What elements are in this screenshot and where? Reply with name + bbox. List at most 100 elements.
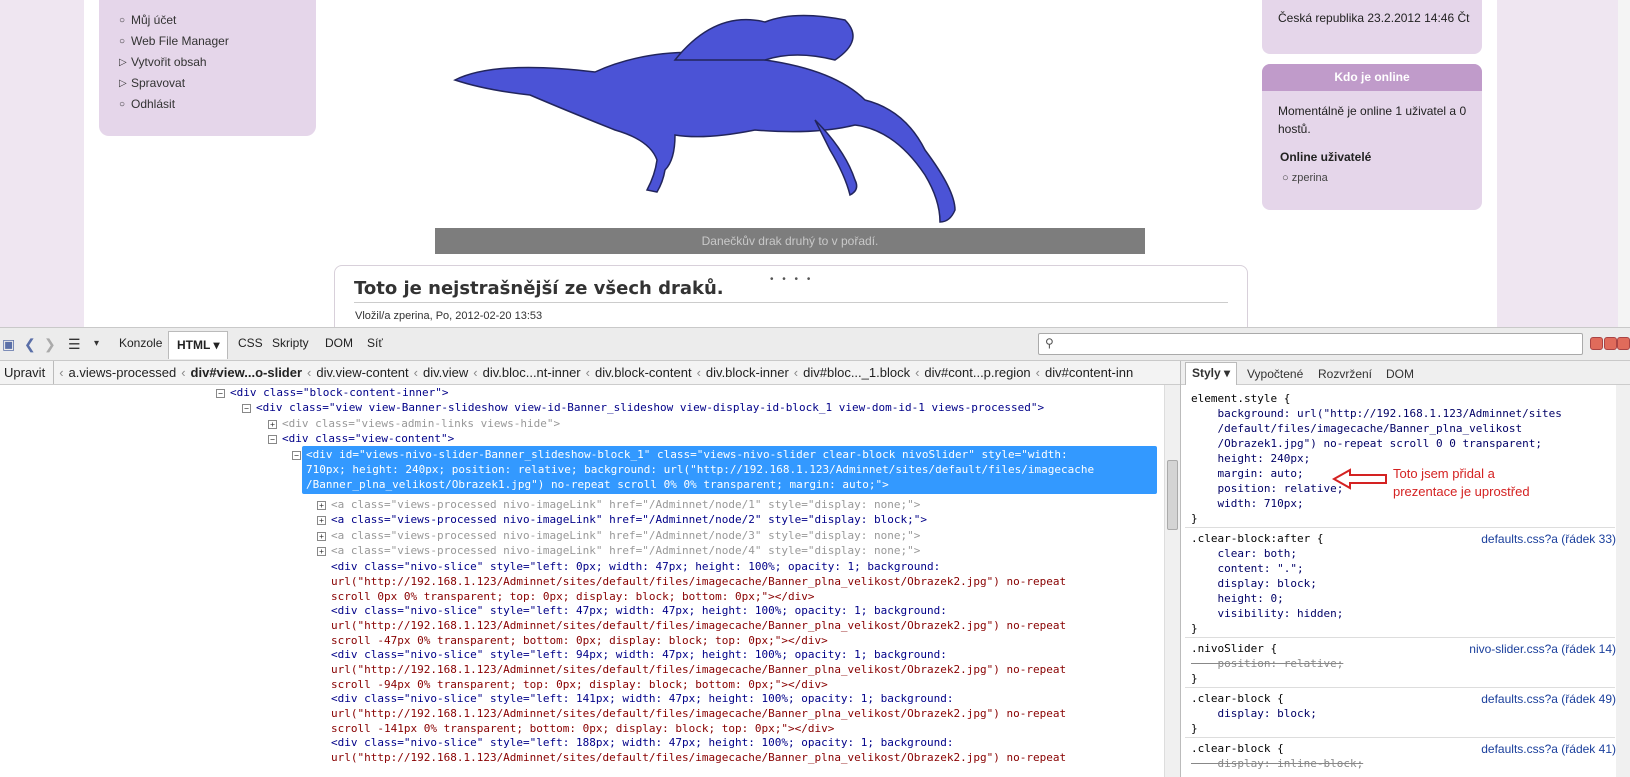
html-node-cont: url("http://192.168.1.123/Adminnet/sites… [331, 751, 1067, 764]
slider-pager-dots[interactable]: • • • • [770, 274, 813, 285]
css-declaration[interactable]: position: relative; [1191, 481, 1343, 496]
collapse-toggle-icon[interactable]: − [216, 389, 225, 398]
breadcrumb-item[interactable]: div.view-content [316, 365, 408, 380]
css-declaration[interactable]: /Obrazek1.jpg") no-repeat scroll 0 0 tra… [1191, 436, 1542, 451]
html-node[interactable]: <a class="views-processed nivo-imageLink… [331, 543, 920, 558]
breadcrumb-item[interactable]: div.view [423, 365, 468, 380]
breadcrumb-item[interactable]: div.block-inner [706, 365, 789, 380]
source-link[interactable]: nivo-slider.css?a (řádek 14) [1469, 642, 1616, 656]
tab-dom[interactable]: DOM [325, 336, 353, 350]
article-title[interactable]: Toto je nejstrašnější ze všech draků. [354, 278, 724, 299]
html-node[interactable]: <div class="view-content"> [282, 431, 454, 446]
detach-button[interactable] [1604, 337, 1617, 350]
tab-scripts[interactable]: Skripty [272, 336, 309, 350]
title-divider [354, 302, 1228, 303]
collapse-toggle-icon[interactable]: − [292, 451, 301, 460]
close-button[interactable] [1617, 337, 1630, 350]
expand-toggle-icon[interactable]: + [268, 420, 277, 429]
menu-item-logout[interactable]: ○ Odhlásit [119, 94, 316, 115]
css-declaration[interactable]: height: 0; [1191, 591, 1283, 606]
html-node[interactable]: <div class="block-content-inner"> [230, 385, 449, 400]
css-declaration-overridden[interactable]: display: inline-block; [1191, 756, 1363, 771]
tab-styles[interactable]: Styly ▾ [1185, 362, 1238, 385]
html-node-cont: url("http://192.168.1.123/Adminnet/sites… [331, 575, 1067, 588]
style-panel-scrollbar[interactable] [1616, 385, 1630, 777]
tab-css[interactable]: CSS [238, 336, 263, 350]
source-link[interactable]: defaults.css?a (řádek 41) [1481, 742, 1616, 756]
css-declaration[interactable]: /default/files/imagecache/Banner_plna_ve… [1191, 421, 1522, 436]
menu-item-create-content[interactable]: ▷ Vytvořit obsah [119, 52, 316, 73]
html-node[interactable]: <a class="views-processed nivo-imageLink… [331, 497, 920, 512]
css-declaration[interactable]: height: 240px; [1191, 451, 1310, 466]
breadcrumb-item[interactable]: div#bloc..._1.block [803, 365, 910, 380]
breadcrumb-item[interactable]: a.views-processed [69, 365, 177, 380]
css-declaration[interactable]: display: block; [1191, 576, 1316, 591]
css-declaration-margin[interactable]: margin: auto; [1191, 466, 1303, 481]
html-node[interactable]: <div class="view view-Banner-slideshow v… [256, 400, 1044, 415]
inspect-icon[interactable]: ▣ [2, 336, 15, 353]
breadcrumb-item[interactable]: div#content-inn [1045, 365, 1133, 380]
dropdown-arrow-icon[interactable]: ▾ [94, 338, 99, 349]
menu-item-administer[interactable]: ▷ Spravovat [119, 73, 316, 94]
rule-end: } [1191, 512, 1198, 525]
expand-toggle-icon[interactable]: + [317, 532, 326, 541]
element-breadcrumb: Upravit ‹ a.views-processed ‹ div#view...o-s… [0, 361, 1180, 385]
source-link[interactable]: defaults.css?a (řádek 49) [1481, 692, 1616, 706]
tab-layout[interactable]: Rozvržení [1318, 367, 1372, 381]
css-declaration[interactable]: content: "."; [1191, 561, 1303, 576]
tab-dom-side[interactable]: DOM [1386, 367, 1414, 381]
firebug-search-input[interactable]: ⚲ [1038, 333, 1583, 355]
collapse-toggle-icon[interactable]: − [242, 404, 251, 413]
page-scrollbar[interactable] [1618, 0, 1630, 327]
html-node-cont: scroll -141px 0% transparent; bottom: 0p… [331, 722, 835, 735]
tab-console[interactable]: Konzole [119, 336, 162, 350]
menu-item-web-file-manager[interactable]: ○ Web File Manager [119, 31, 316, 52]
tab-html[interactable]: HTML ▾ [168, 331, 229, 359]
css-declaration[interactable]: clear: both; [1191, 546, 1296, 561]
css-declaration[interactable]: display: block; [1191, 706, 1316, 721]
slide-caption: Danečkův drak druhý to v pořadí. [435, 228, 1145, 254]
html-node[interactable]: <div class="nivo-slice" style="left: 94p… [331, 647, 947, 662]
expand-toggle-icon[interactable]: + [317, 516, 326, 525]
collapse-toggle-icon[interactable]: − [268, 435, 277, 444]
breadcrumb-item[interactable]: div.bloc...nt-inner [483, 365, 581, 380]
source-link[interactable]: defaults.css?a (řádek 33) [1481, 532, 1616, 546]
html-panel-scrollbar[interactable] [1164, 385, 1180, 777]
breadcrumb-item-current[interactable]: div#view...o-slider [191, 365, 303, 380]
annotation-note: Toto jsem přidal a prezentace je uprostř… [1393, 466, 1530, 499]
menu-item-my-account[interactable]: ○ Můj účet [119, 10, 316, 31]
expand-toggle-icon[interactable]: + [317, 547, 326, 556]
breadcrumb-item[interactable]: div#cont...p.region [924, 365, 1030, 380]
online-count-text: Momentálně je online 1 uživatel a 0 host… [1278, 104, 1467, 136]
minimize-button[interactable] [1590, 337, 1603, 350]
tab-computed[interactable]: Vypočtené [1247, 367, 1303, 381]
back-arrow-icon[interactable]: ❮ [24, 336, 36, 353]
edit-button[interactable]: Upravit [0, 361, 55, 384]
html-node[interactable]: <div class="nivo-slice" style="left: 47p… [331, 603, 947, 618]
css-declaration[interactable]: visibility: hidden; [1191, 606, 1343, 621]
html-node[interactable]: <div class="views-admin-links views-hide… [282, 416, 560, 431]
html-node[interactable]: <a class="views-processed nivo-imageLink… [331, 512, 927, 527]
rule-end: } [1191, 722, 1198, 735]
html-node-cont: url("http://192.168.1.123/Adminnet/sites… [331, 707, 1067, 720]
css-declaration[interactable]: background: url("http://192.168.1.123/Ad… [1191, 406, 1561, 421]
scrollbar-thumb[interactable] [1167, 460, 1178, 530]
html-node[interactable]: <div class="nivo-slice" style="left: 0px… [331, 559, 940, 574]
html-node-cont: url("http://192.168.1.123/Adminnet/sites… [331, 619, 1067, 632]
forward-arrow-icon[interactable]: ❯ [44, 336, 56, 353]
html-node[interactable]: <div class="nivo-slice" style="left: 188… [331, 735, 954, 750]
banner-slideshow[interactable] [435, 0, 1145, 254]
html-node[interactable]: <a class="views-processed nivo-imageLink… [331, 528, 920, 543]
expand-toggle-icon[interactable]: + [317, 501, 326, 510]
tab-net[interactable]: Síť [367, 336, 383, 350]
list-menu-icon[interactable]: ☰ [68, 336, 81, 353]
html-tree-panel: − <div class="block-content-inner"> − <d… [0, 385, 1164, 777]
css-declaration[interactable]: width: 710px; [1191, 496, 1303, 511]
html-node[interactable]: <div class="nivo-slice" style="left: 141… [331, 691, 954, 706]
web-page-viewport: ○ Můj účet ○ Web File Manager ▷ Vytvořit ob… [0, 0, 1630, 327]
online-user-item[interactable]: ○ zperina [1282, 172, 1328, 184]
rule-end: } [1191, 622, 1198, 635]
article-meta: Vložil/a zperina, Po, 2012-02-20 13:53 [355, 310, 543, 322]
breadcrumb-item[interactable]: div.block-content [595, 365, 692, 380]
css-declaration-overridden[interactable]: position: relative; [1191, 656, 1343, 671]
